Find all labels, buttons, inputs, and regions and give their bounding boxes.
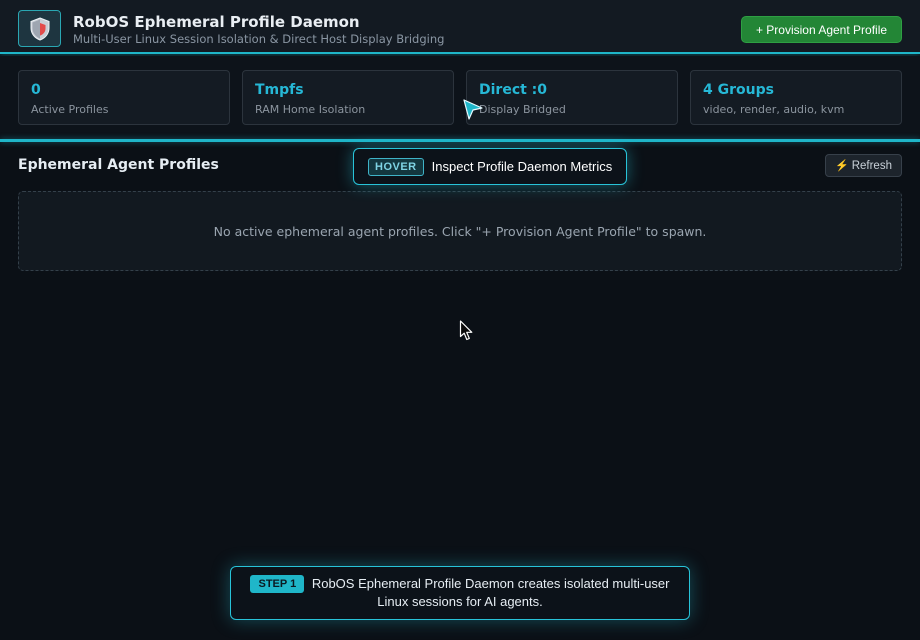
step-caption: STEP 1 RobOS Ephemeral Profile Daemon cr… bbox=[230, 566, 690, 620]
stat-card-active-profiles: 0 Active Profiles bbox=[18, 70, 230, 125]
hover-tooltip: HOVER Inspect Profile Daemon Metrics bbox=[353, 148, 627, 185]
shield-icon bbox=[30, 16, 49, 41]
empty-message: No active ephemeral agent profiles. Clic… bbox=[213, 223, 707, 239]
stat-card-display: Direct :0 Display Bridged bbox=[466, 70, 678, 125]
profiles-empty-state: No active ephemeral agent profiles. Clic… bbox=[18, 191, 902, 271]
refresh-label: Refresh bbox=[851, 159, 892, 172]
step-text: RobOS Ephemeral Profile Daemon creates i… bbox=[311, 576, 670, 609]
stat-value: 0 bbox=[31, 82, 41, 98]
stat-value: Tmpfs bbox=[255, 82, 304, 98]
lightning-icon: ⚡ bbox=[835, 160, 849, 172]
stat-label: video, render, audio, kvm bbox=[703, 103, 845, 116]
app-subtitle: Multi-User Linux Session Isolation & Dir… bbox=[73, 32, 445, 46]
app-header: RobOS Ephemeral Profile Daemon Multi-Use… bbox=[0, 0, 920, 54]
stat-label: Display Bridged bbox=[479, 103, 566, 116]
mouse-pointer-icon bbox=[459, 320, 473, 341]
stats-bar: 0 Active Profiles Tmpfs RAM Home Isolati… bbox=[0, 56, 920, 140]
hover-badge: HOVER bbox=[368, 157, 424, 176]
stat-card-groups: 4 Groups video, render, audio, kvm bbox=[690, 70, 902, 125]
app-logo bbox=[18, 10, 61, 47]
stat-label: RAM Home Isolation bbox=[255, 103, 366, 116]
stat-label: Active Profiles bbox=[31, 103, 109, 116]
stat-value: 4 Groups bbox=[703, 82, 774, 98]
step-badge: STEP 1 bbox=[250, 575, 305, 593]
tooltip-text: Inspect Profile Daemon Metrics bbox=[431, 159, 613, 174]
stat-value: Direct :0 bbox=[479, 82, 548, 98]
stats-divider bbox=[0, 139, 920, 142]
stat-card-home-isolation: Tmpfs RAM Home Isolation bbox=[242, 70, 454, 125]
agent-cursor-icon bbox=[463, 99, 483, 120]
app-title: RobOS Ephemeral Profile Daemon bbox=[73, 13, 360, 31]
provision-agent-profile-button[interactable]: + Provision Agent Profile bbox=[741, 16, 902, 43]
refresh-button[interactable]: ⚡ Refresh bbox=[825, 154, 902, 177]
section-title: Ephemeral Agent Profiles bbox=[18, 157, 219, 173]
